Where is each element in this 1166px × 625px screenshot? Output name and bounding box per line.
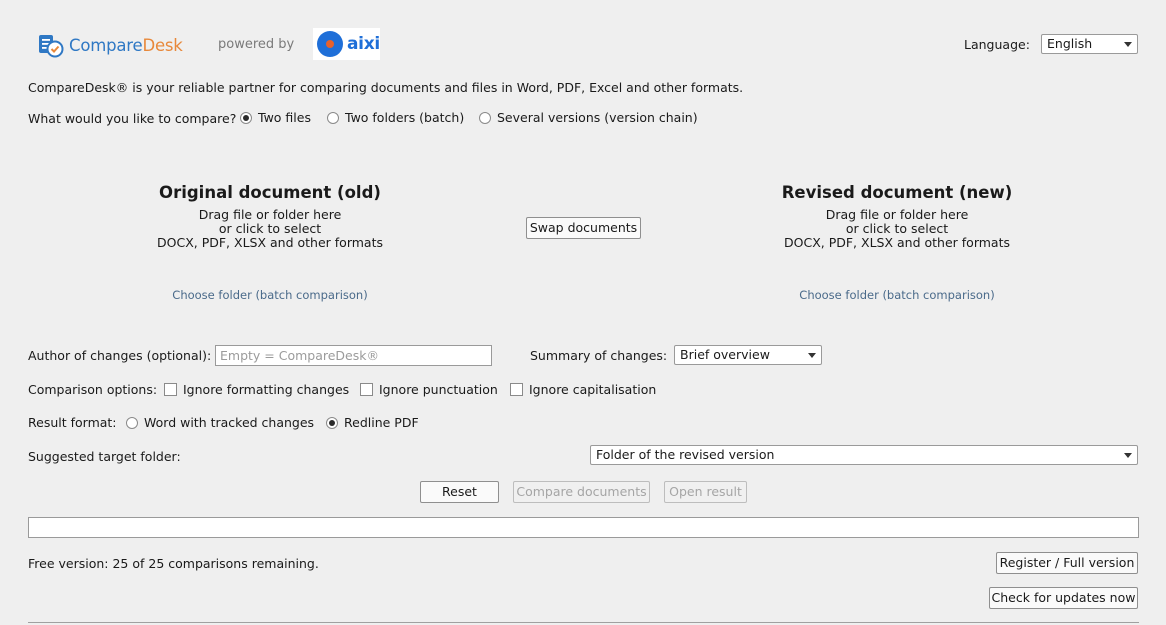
radio-indicator[interactable] [240, 111, 252, 124]
choose-folder-revised-link[interactable]: Choose folder (batch comparison) [747, 288, 1047, 302]
language-select-value: English [1047, 36, 1093, 51]
choose-folder-original-link[interactable]: Choose folder (batch comparison) [120, 288, 420, 302]
register-button[interactable]: Register / Full version [996, 552, 1138, 574]
chevron-down-icon [808, 353, 816, 358]
author-label: Author of changes (optional): [28, 348, 212, 363]
summary-select-value: Brief overview [680, 347, 770, 362]
radio-two-folders[interactable]: Two folders (batch) [327, 110, 464, 125]
target-folder-label: Suggested target folder: [28, 449, 181, 464]
swap-documents-button[interactable]: Swap documents [526, 217, 641, 239]
checkbox-label: Ignore capitalisation [529, 382, 657, 397]
checkbox-indicator[interactable] [360, 383, 373, 396]
radio-label: Redline PDF [344, 415, 419, 430]
radio-word-tracked-changes[interactable]: Word with tracked changes [126, 415, 314, 430]
chevron-down-icon [1124, 42, 1132, 47]
reset-button[interactable]: Reset [420, 481, 499, 503]
radio-two-files[interactable]: Two files [240, 110, 311, 125]
dropzone-formats: DOCX, PDF, XLSX and other formats [157, 235, 383, 250]
checkbox-ignore-punctuation[interactable]: Ignore punctuation [360, 382, 498, 397]
dropzone-instruction: Drag file or folder here [825, 207, 969, 222]
free-version-status: Free version: 25 of 25 comparisons remai… [28, 556, 319, 571]
compare-documents-button[interactable]: Compare documents [513, 481, 650, 503]
language-label: Language: [964, 37, 1030, 52]
checkbox-indicator[interactable] [510, 383, 523, 396]
radio-indicator[interactable] [126, 416, 138, 429]
target-folder-value: Folder of the revised version [596, 447, 775, 462]
dropzone-instruction: or click to select [218, 221, 322, 236]
progress-bar [28, 517, 1139, 538]
intro-text: CompareDesk® is your reliable partner fo… [28, 80, 744, 95]
aixi-logo-text: aixi [347, 34, 380, 54]
radio-indicator[interactable] [326, 416, 338, 429]
brand-desk-text: Desk [142, 35, 183, 55]
check-updates-button[interactable]: Check for updates now [989, 587, 1138, 609]
radio-indicator[interactable] [479, 111, 491, 124]
result-format-label: Result format: [28, 415, 117, 430]
checkbox-ignore-formatting[interactable]: Ignore formatting changes [164, 382, 349, 397]
original-document-dropzone[interactable]: Original document (old) Drag file or fol… [120, 183, 420, 250]
brand-compare-text: Compare [69, 35, 143, 55]
aixi-logo[interactable]: aixi [313, 28, 380, 60]
author-input[interactable]: Empty = CompareDesk® [215, 345, 492, 366]
radio-label: Several versions (version chain) [497, 110, 698, 125]
brand-name: CompareDesk [69, 36, 183, 55]
revised-document-dropzone[interactable]: Revised document (new) Drag file or fold… [747, 183, 1047, 250]
checkbox-label: Ignore punctuation [379, 382, 498, 397]
powered-by-label: powered by [218, 37, 295, 52]
radio-indicator[interactable] [327, 111, 339, 124]
comparison-options-label: Comparison options: [28, 382, 158, 397]
dropzone-formats: DOCX, PDF, XLSX and other formats [784, 235, 1010, 250]
summary-label: Summary of changes: [530, 348, 668, 363]
checkbox-ignore-capitalisation[interactable]: Ignore capitalisation [510, 382, 656, 397]
divider [28, 622, 1139, 623]
app-window: CompareDesk powered by aixi Language: En… [0, 0, 1166, 625]
dropzone-instruction: or click to select [845, 221, 949, 236]
summary-select[interactable]: Brief overview [674, 345, 822, 365]
dropzone-instruction: Drag file or folder here [198, 207, 342, 222]
checkbox-label: Ignore formatting changes [183, 382, 350, 397]
comparedesk-logo: CompareDesk [38, 32, 183, 58]
aixi-logo-icon [317, 31, 343, 57]
compare-mode-question: What would you like to compare? [28, 111, 237, 126]
chevron-down-icon [1124, 453, 1132, 458]
radio-label: Word with tracked changes [144, 415, 315, 430]
target-folder-select[interactable]: Folder of the revised version [590, 445, 1138, 465]
open-result-button[interactable]: Open result [664, 481, 747, 503]
checkbox-indicator[interactable] [164, 383, 177, 396]
radio-version-chain[interactable]: Several versions (version chain) [479, 110, 698, 125]
language-select[interactable]: English [1041, 34, 1138, 54]
radio-label: Two folders (batch) [345, 110, 465, 125]
radio-redline-pdf[interactable]: Redline PDF [326, 415, 419, 430]
revised-document-title: Revised document (new) [781, 183, 1013, 202]
original-document-title: Original document (old) [159, 183, 381, 202]
comparedesk-logo-icon [39, 35, 64, 58]
radio-label: Two files [258, 110, 311, 125]
